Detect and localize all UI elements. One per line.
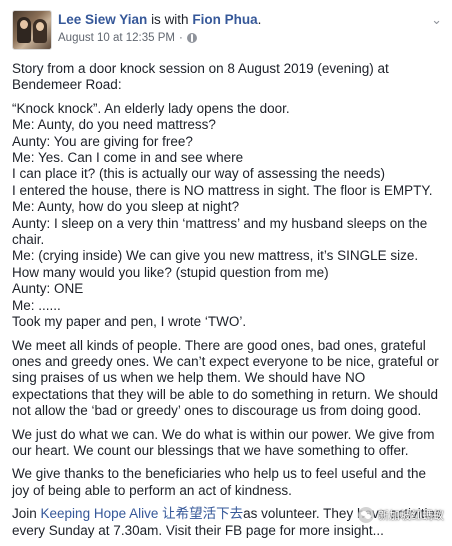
trailing-period: . [257, 12, 262, 27]
text-line: Story from a door knock session on 8 Aug… [12, 61, 389, 93]
watermark: 新加坡红螞蚁 [358, 507, 444, 523]
keeping-hope-alive-link[interactable]: Keeping Hope Alive 让希望活下去 [41, 506, 244, 521]
text-line: Me: ...... [12, 297, 61, 313]
text-line: I entered the house, there is NO mattres… [12, 182, 433, 198]
closing-text-before: Join [12, 506, 41, 522]
watermark-text: 新加坡红螞蚁 [378, 510, 444, 522]
post-header: Lee Siew Yian is with Fion Phua. August … [12, 10, 442, 50]
text-line: Aunty: ONE [12, 281, 84, 297]
paragraph-what-we-can: We just do what we can. We do what is wi… [12, 427, 444, 460]
text-line: Me: Yes. Can I come in and see where [12, 150, 244, 166]
author-line: Lee Siew Yian is with Fion Phua. [58, 12, 261, 27]
text-line: Me: Aunty, how do you sleep at night? [12, 199, 240, 215]
globe-icon[interactable] [186, 33, 197, 43]
text-line: Me: Aunty, do you need mattress? [12, 117, 216, 133]
author-avatar[interactable] [12, 10, 52, 50]
text-line: Took my paper and pen, I wrote ‘TWO’. [12, 314, 247, 330]
text-line: Aunty: You are giving for free? [12, 133, 193, 149]
with-text: is with [151, 12, 189, 27]
paragraph-intro: Story from a door knock session on 8 Aug… [12, 61, 444, 94]
text-line: We just do what we can. We do what is wi… [12, 426, 435, 458]
paragraph-reflection: We meet all kinds of people. There are g… [12, 338, 444, 420]
post-body: Story from a door knock session on 8 Aug… [12, 61, 444, 546]
tagged-person-link[interactable]: Fion Phua [192, 12, 257, 27]
paragraph-thanks: We give thanks to the beneficiaries who … [12, 466, 444, 499]
chevron-down-icon[interactable]: ⌄ [431, 12, 442, 28]
text-line: I can place it? (this is actually our wa… [12, 166, 385, 182]
author-name-link[interactable]: Lee Siew Yian [58, 12, 147, 27]
post-meta: August 10 at 12:35 PM · [58, 32, 197, 44]
text-line: “Knock knock”. An elderly lady opens the… [12, 100, 290, 116]
paragraph-dialogue: “Knock knock”. An elderly lady opens the… [12, 101, 444, 331]
text-line: We give thanks to the beneficiaries who … [12, 466, 427, 498]
facebook-post: Lee Siew Yian is with Fion Phua. August … [0, 0, 452, 538]
text-line: We meet all kinds of people. There are g… [12, 337, 439, 419]
wechat-icon [358, 507, 374, 523]
text-line: Me: (crying inside) We can give you new … [12, 248, 419, 280]
post-timestamp[interactable]: August 10 at 12:35 PM [58, 32, 175, 44]
text-line: Aunty: I sleep on a very thin ‘mattress’… [12, 215, 428, 248]
meta-separator: · [179, 32, 183, 44]
